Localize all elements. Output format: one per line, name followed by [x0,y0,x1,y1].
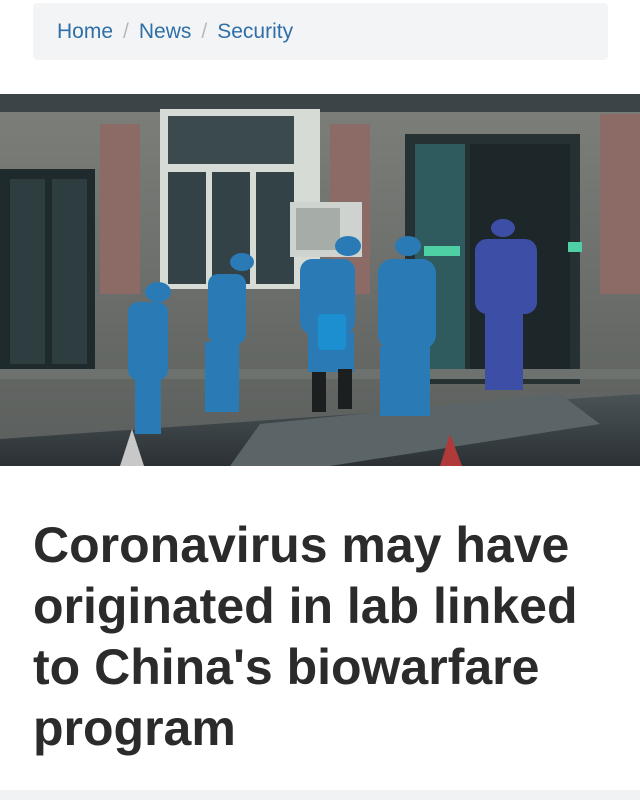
breadcrumb-separator: / [123,19,129,43]
article-hero-image [0,94,640,466]
breadcrumb-news-link[interactable]: News [139,20,192,44]
article-headline: Coronavirus may have originated in lab l… [33,517,578,756]
page-bottom-divider [0,790,640,800]
breadcrumb-separator: / [201,19,208,43]
breadcrumb-security-link[interactable]: Security [217,20,293,44]
breadcrumb-home-link[interactable]: Home [57,20,113,44]
hero-image-illustration [0,94,640,466]
breadcrumb: Home / News / Security [33,3,608,60]
